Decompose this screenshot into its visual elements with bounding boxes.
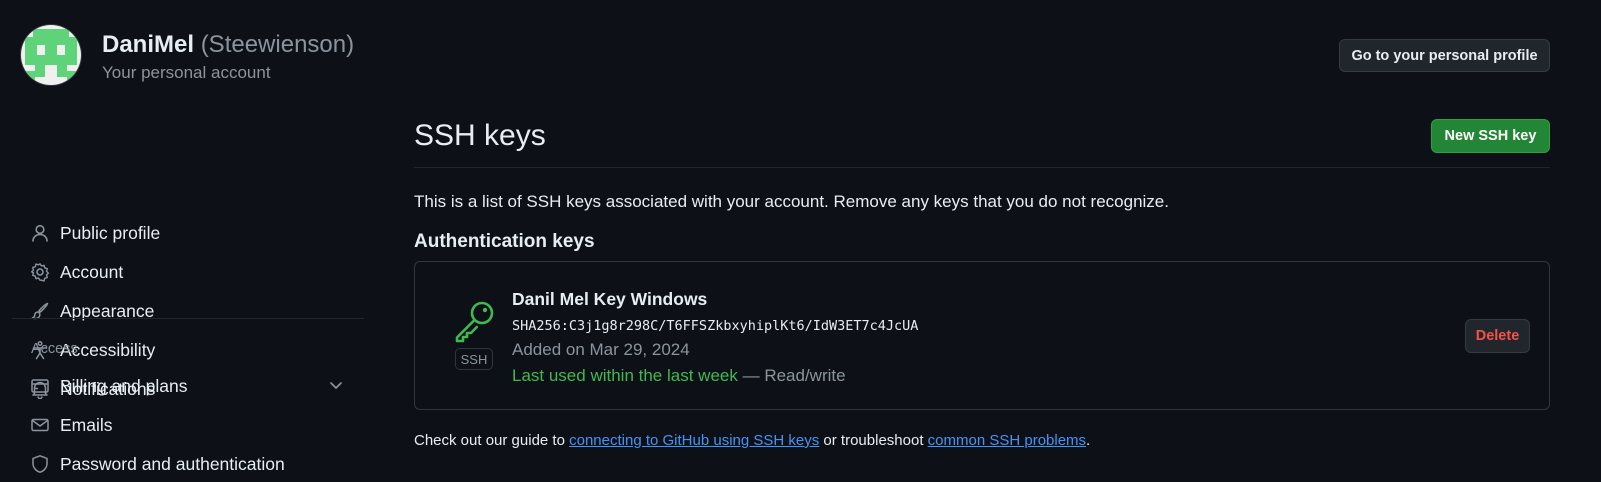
shield-lock-icon — [32, 455, 48, 473]
account-header: DaniMel (Steewienson) Your personal acco… — [0, 0, 1601, 100]
new-ssh-key-button[interactable]: New SSH key — [1431, 119, 1550, 153]
footer-middle: or troubleshoot — [819, 432, 928, 449]
ssh-key-item: SSH Danil Mel Key Windows SHA256:C3j1g8r… — [414, 261, 1550, 410]
sidebar-item-label: Billing and plans — [60, 376, 188, 396]
section-heading: Authentication keys — [414, 231, 595, 252]
account-name[interactable]: DaniMel (Steewienson) — [102, 31, 354, 59]
key-fingerprint: SHA256:C3j1g8r298C/T6FFSZkbxyhiplKt6/IdW… — [512, 318, 919, 334]
settings-sidebar: Public profile Account Appearance Access… — [0, 100, 380, 475]
sidebar-item-billing[interactable]: Billing and plans — [12, 368, 366, 404]
title-divider — [414, 167, 1550, 168]
account-subtitle: Your personal account — [102, 63, 271, 82]
ssh-guide-link[interactable]: connecting to GitHub using SSH keys — [569, 432, 819, 449]
sidebar-item-emails[interactable]: Emails — [12, 407, 366, 443]
sidebar-item-label: Public profile — [60, 223, 161, 243]
gear-icon — [30, 263, 50, 282]
sidebar-item-public-profile[interactable]: Public profile — [12, 215, 366, 251]
credit-card-icon — [31, 379, 49, 393]
username: (Steewienson) — [200, 31, 355, 58]
sidebar-section-label: Access — [31, 341, 78, 357]
ssh-help-footer: Check out our guide to connecting to Git… — [414, 432, 1090, 449]
footer-suffix: . — [1086, 432, 1091, 449]
key-name: Danil Mel Key Windows — [512, 289, 708, 309]
ssh-badge: SSH — [455, 348, 493, 370]
sidebar-item-password[interactable]: Password and authentication — [12, 446, 366, 482]
ssh-problems-link[interactable]: common SSH problems — [928, 432, 1086, 449]
sidebar-item-label: Account — [60, 262, 124, 282]
footer-prefix: Check out our guide to — [414, 432, 570, 449]
sidebar-item-appearance[interactable]: Appearance — [12, 293, 366, 329]
display-name[interactable]: DaniMel — [102, 31, 194, 58]
avatar[interactable] — [21, 25, 81, 85]
go-to-profile-button[interactable]: Go to your personal profile — [1339, 39, 1550, 72]
last-used-text: Last used within the last week — [512, 366, 738, 385]
key-icon — [455, 301, 494, 343]
sidebar-item-label: Password and authentication — [60, 454, 285, 474]
person-icon — [32, 224, 48, 242]
mail-icon — [31, 418, 49, 432]
key-added-date: Added on Mar 29, 2024 — [512, 340, 690, 359]
intro-text: This is a list of SSH keys associated wi… — [414, 192, 1169, 211]
access-level: — Read/write — [742, 366, 846, 385]
delete-key-button[interactable]: Delete — [1465, 319, 1530, 353]
page-title: SSH keys — [414, 119, 546, 152]
chevron-down-icon[interactable] — [327, 376, 345, 394]
sidebar-item-label: Emails — [60, 415, 113, 435]
sidebar-divider — [12, 318, 364, 319]
sidebar-item-account[interactable]: Account — [12, 254, 366, 290]
key-last-used: Last used within the last week — Read/wr… — [512, 366, 846, 386]
